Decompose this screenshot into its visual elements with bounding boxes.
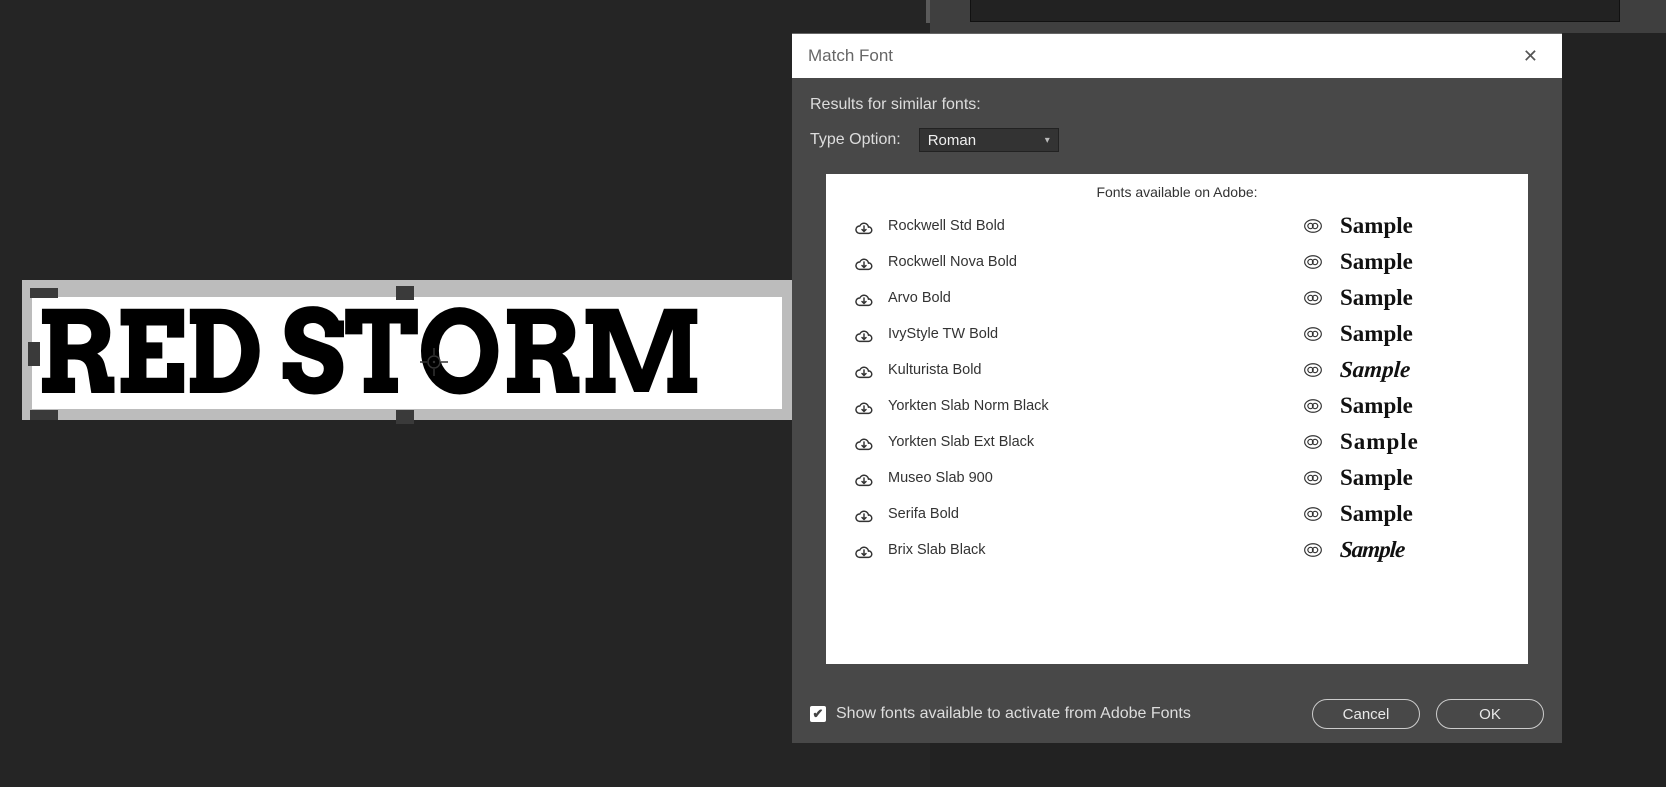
dialog-buttons: Cancel OK: [1312, 699, 1544, 729]
font-result-row[interactable]: Brix Slab Black Sample: [844, 532, 1510, 568]
cancel-button[interactable]: Cancel: [1312, 699, 1420, 729]
type-option-row: Type Option: Roman ▾: [810, 128, 1544, 152]
dialog-title: Match Font: [808, 46, 893, 66]
dialog-titlebar[interactable]: Match Font ✕: [792, 34, 1562, 78]
font-result-row[interactable]: IvyStyle TW Bold Sample: [844, 316, 1510, 352]
cloud-download-icon[interactable]: [844, 467, 884, 489]
cloud-download-icon[interactable]: [844, 323, 884, 345]
checkbox-label: Show fonts available to activate from Ad…: [836, 705, 1191, 723]
show-adobe-fonts-checkbox-row[interactable]: ✔ Show fonts available to activate from …: [810, 705, 1191, 723]
ok-button-label: OK: [1479, 706, 1501, 723]
cancel-button-label: Cancel: [1343, 706, 1390, 723]
font-sample-preview: Sample: [1340, 249, 1510, 275]
font-result-row[interactable]: Yorkten Slab Ext Black Sample: [844, 424, 1510, 460]
font-name: Rockwell Std Bold: [884, 218, 1286, 234]
creative-cloud-icon: [1286, 216, 1340, 236]
font-result-row[interactable]: Kulturista Bold Sample: [844, 352, 1510, 388]
font-sample-preview: Sample: [1340, 321, 1510, 347]
close-icon[interactable]: ✕: [1515, 42, 1546, 71]
font-sample-preview: Sample: [1340, 429, 1510, 455]
app-top-strip-inner: [970, 0, 1620, 22]
font-name: Brix Slab Black: [884, 542, 1286, 558]
results-label: Results for similar fonts:: [810, 96, 1544, 114]
font-name: Arvo Bold: [884, 290, 1286, 306]
font-name: Kulturista Bold: [884, 362, 1286, 378]
checkbox-icon[interactable]: ✔: [810, 706, 826, 722]
font-sample-preview: Sample: [1340, 213, 1510, 239]
font-name: Museo Slab 900: [884, 470, 1286, 486]
font-result-row[interactable]: Museo Slab 900 Sample: [844, 460, 1510, 496]
fonts-panel: Fonts available on Adobe: Rockwell Std B…: [826, 174, 1528, 664]
creative-cloud-icon: [1286, 432, 1340, 452]
cloud-download-icon[interactable]: [844, 395, 884, 417]
creative-cloud-icon: [1286, 252, 1340, 272]
creative-cloud-icon: [1286, 396, 1340, 416]
font-name: IvyStyle TW Bold: [884, 326, 1286, 342]
font-result-row[interactable]: Rockwell Std Bold Sample: [844, 208, 1510, 244]
creative-cloud-icon: [1286, 540, 1340, 560]
font-sample-preview: Sample: [1339, 357, 1511, 383]
document-canvas[interactable]: RED STORM: [22, 280, 792, 420]
dialog-body: Results for similar fonts: Type Option: …: [792, 78, 1562, 664]
font-name: Rockwell Nova Bold: [884, 254, 1286, 270]
font-sample-preview: Sample: [1340, 393, 1510, 419]
creative-cloud-icon: [1286, 468, 1340, 488]
match-font-dialog: Match Font ✕ Results for similar fonts: …: [792, 33, 1562, 743]
creative-cloud-icon: [1286, 360, 1340, 380]
type-option-value: Roman: [928, 132, 976, 149]
font-sample-preview: Sample: [1340, 465, 1510, 491]
creative-cloud-icon: [1286, 288, 1340, 308]
cloud-download-icon[interactable]: [844, 287, 884, 309]
font-name: Yorkten Slab Ext Black: [884, 434, 1286, 450]
font-sample-preview: Sample: [1340, 501, 1510, 527]
cloud-download-icon[interactable]: [844, 503, 884, 525]
font-result-list: Rockwell Std BoldSampleRockwell Nova Bol…: [844, 208, 1510, 568]
font-name: Serifa Bold: [884, 506, 1286, 522]
cloud-download-icon[interactable]: [844, 359, 884, 381]
canvas-area: RED STORM: [0, 0, 930, 787]
creative-cloud-icon: [1286, 324, 1340, 344]
creative-cloud-icon: [1286, 504, 1340, 524]
font-result-row[interactable]: Yorkten Slab Norm Black Sample: [844, 388, 1510, 424]
font-sample-preview: Sample: [1340, 285, 1510, 311]
font-result-row[interactable]: Rockwell Nova Bold Sample: [844, 244, 1510, 280]
font-sample-preview: Sample: [1339, 537, 1511, 563]
cloud-download-icon[interactable]: [844, 251, 884, 273]
dialog-footer: ✔ Show fonts available to activate from …: [810, 699, 1544, 729]
text-sample-layer: RED STORM: [32, 297, 782, 409]
font-name: Yorkten Slab Norm Black: [884, 398, 1286, 414]
font-result-row[interactable]: Serifa Bold Sample: [844, 496, 1510, 532]
chevron-down-icon: ▾: [1045, 135, 1050, 146]
fonts-panel-title: Fonts available on Adobe:: [844, 184, 1510, 200]
ok-button[interactable]: OK: [1436, 699, 1544, 729]
cloud-download-icon[interactable]: [844, 215, 884, 237]
type-option-label: Type Option:: [810, 131, 901, 149]
type-option-select[interactable]: Roman ▾: [919, 128, 1059, 152]
sample-text: RED STORM: [32, 297, 701, 409]
cloud-download-icon[interactable]: [844, 431, 884, 453]
app-top-strip: [930, 0, 1666, 33]
font-result-row[interactable]: Arvo Bold Sample: [844, 280, 1510, 316]
cloud-download-icon[interactable]: [844, 539, 884, 561]
